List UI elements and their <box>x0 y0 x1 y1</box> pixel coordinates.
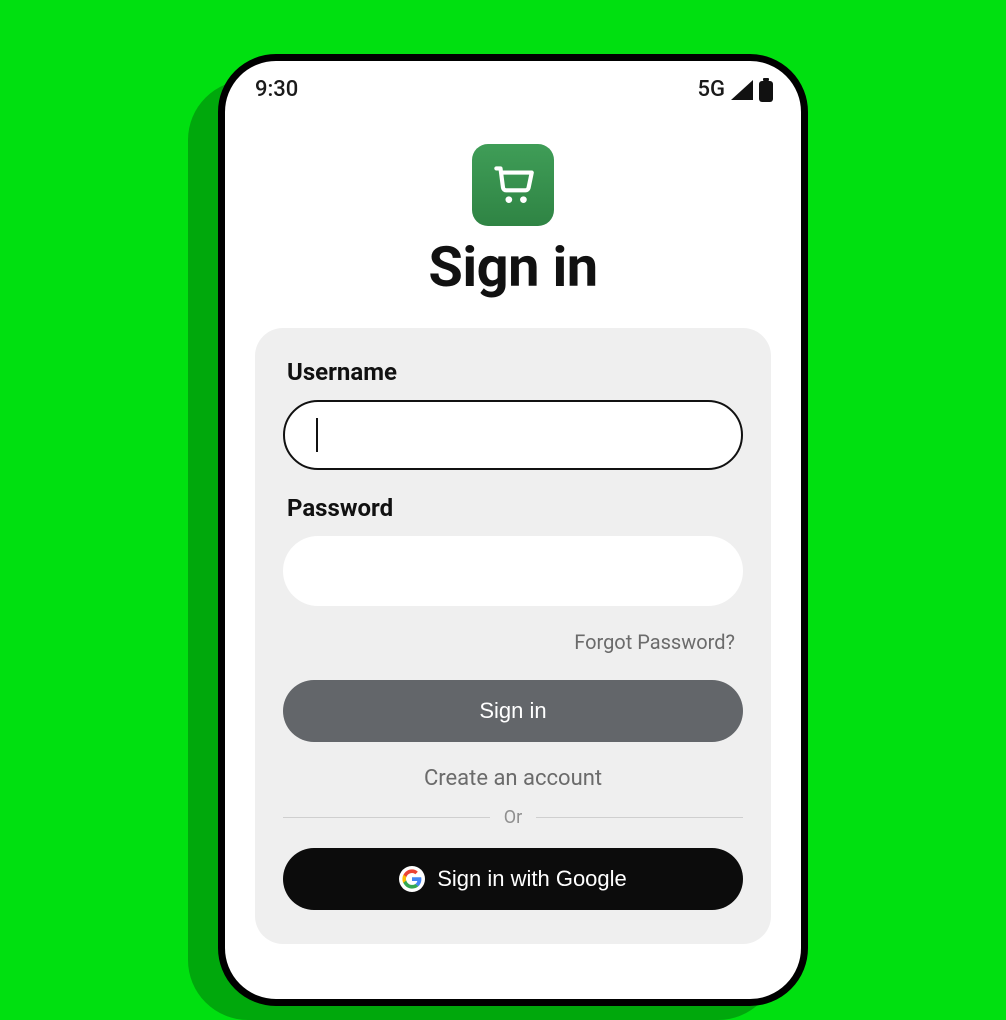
status-time: 9:30 <box>255 77 298 102</box>
google-logo-icon <box>399 866 425 892</box>
phone-frame: 9:30 5G Sign in Username Password <box>218 54 808 1006</box>
battery-icon <box>759 78 773 102</box>
signin-button-label: Sign in <box>479 698 546 724</box>
or-divider: Or <box>283 807 743 828</box>
app-logo <box>472 144 554 226</box>
divider-line-right <box>536 817 743 818</box>
create-account-link[interactable]: Create an account <box>283 766 743 791</box>
username-input-wrap <box>283 400 743 470</box>
cellular-signal-icon <box>731 80 753 100</box>
page-title: Sign in <box>225 234 801 300</box>
password-label: Password <box>283 494 743 522</box>
shopping-cart-icon <box>488 158 538 212</box>
password-input[interactable] <box>283 536 743 606</box>
username-input[interactable] <box>283 400 743 470</box>
status-right: 5G <box>698 77 774 102</box>
forgot-password-link[interactable]: Forgot Password? <box>283 630 743 654</box>
google-signin-label: Sign in with Google <box>437 866 627 892</box>
signin-button[interactable]: Sign in <box>283 680 743 742</box>
signin-form-card: Username Password Forgot Password? Sign … <box>255 328 771 944</box>
divider-label: Or <box>504 807 522 828</box>
divider-line-left <box>283 817 490 818</box>
status-network-label: 5G <box>698 77 726 102</box>
username-label: Username <box>283 358 743 386</box>
text-cursor <box>316 418 318 452</box>
password-input-wrap <box>283 536 743 606</box>
status-bar: 9:30 5G <box>225 61 801 108</box>
google-signin-button[interactable]: Sign in with Google <box>283 848 743 910</box>
